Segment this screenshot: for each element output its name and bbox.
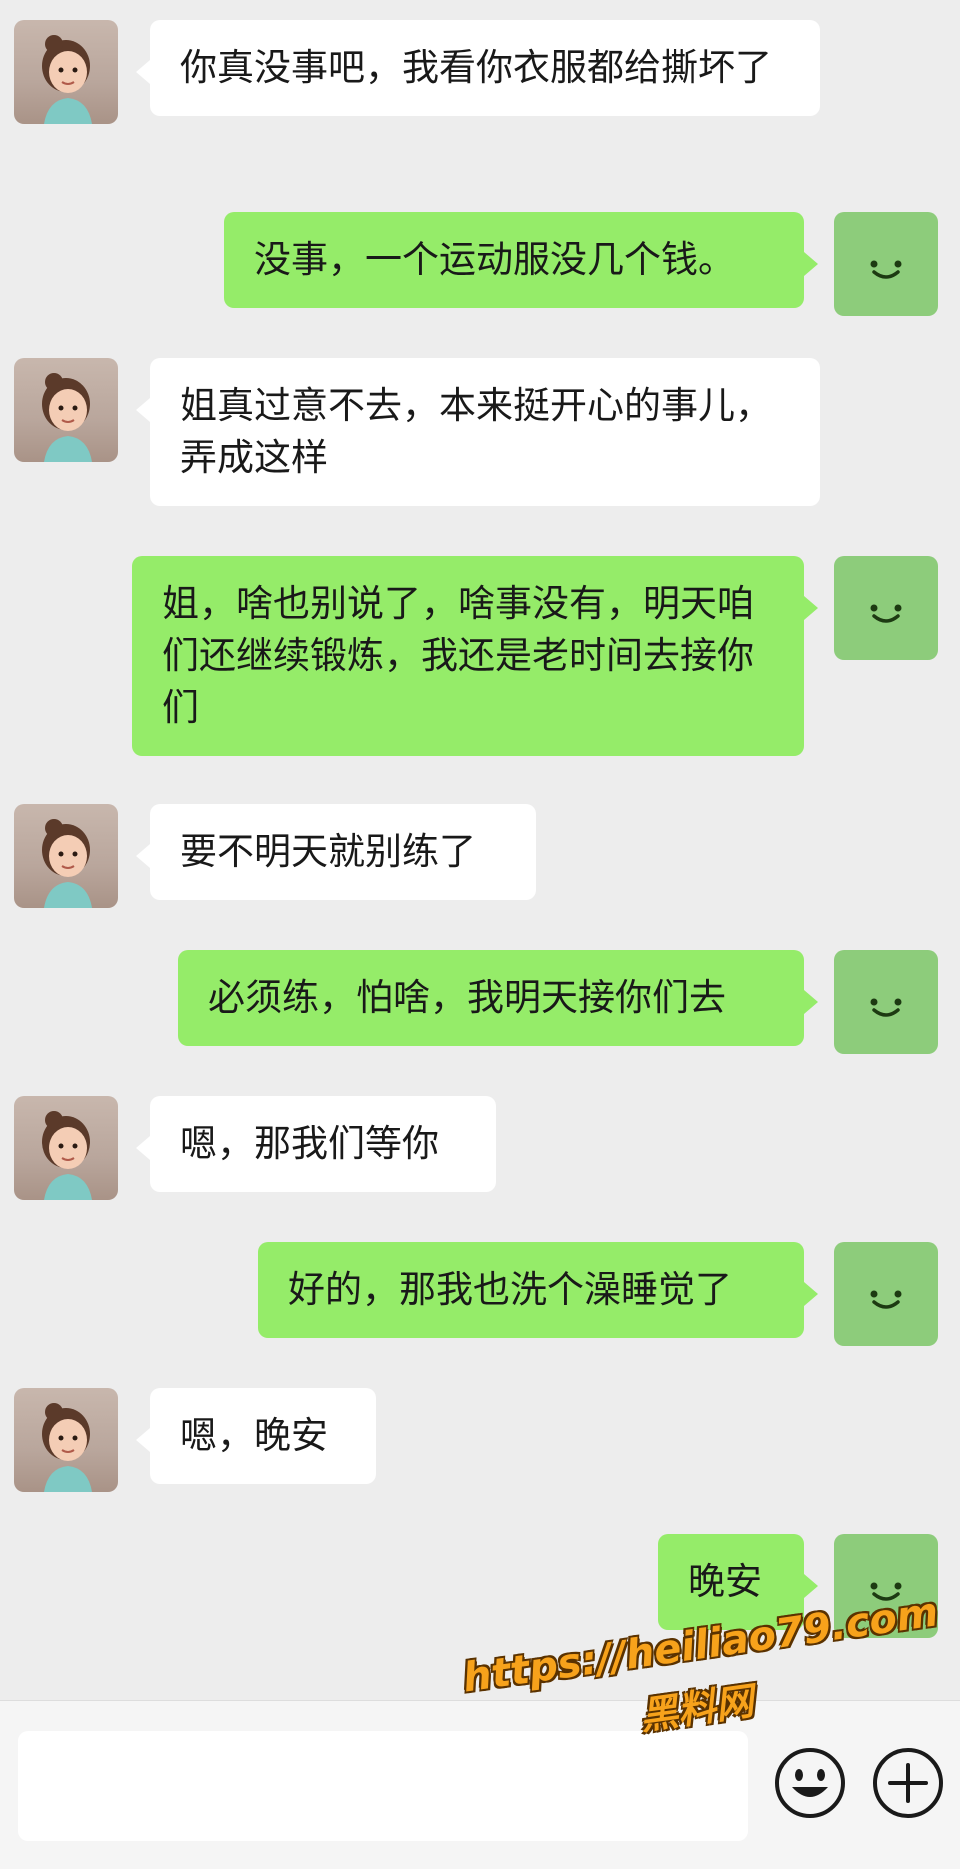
girl-avatar-icon [42, 35, 92, 124]
message-bubble-sent[interactable]: 姐，啥也别说了，啥事没有，明天咱们还继续锻炼，我还是老时间去接你们 [132, 556, 818, 756]
message-bubble-received[interactable]: 你真没事吧，我看你衣服都给撕坏了 [136, 20, 820, 116]
my-avatar[interactable] [834, 950, 938, 1054]
message-bubble-sent[interactable]: 没事，一个运动服没几个钱。 [224, 212, 818, 308]
message-text: 晚安 [688, 1560, 762, 1603]
message-text: 要不明天就别练了 [180, 830, 476, 873]
message-bubble-sent[interactable]: 好的，那我也洗个澡睡觉了 [258, 1242, 818, 1338]
my-avatar[interactable] [834, 1242, 938, 1346]
smile-avatar-icon [870, 998, 902, 1017]
girl-avatar-icon [42, 819, 92, 908]
watermark-name: 黑料网 [637, 1678, 757, 1739]
contact-avatar[interactable] [14, 804, 118, 908]
plus-icon[interactable] [870, 1745, 946, 1821]
emoji-icon[interactable] [772, 1745, 848, 1821]
message-text: 嗯，晚安 [180, 1414, 328, 1457]
message-text: 姐，啥也别说了，啥事没有，明天咱们还继续锻炼，我还是老时间去接你们 [162, 582, 754, 729]
smile-avatar-icon [870, 604, 902, 623]
chat-area[interactable]: 你真没事吧，我看你衣服都给撕坏了 没事，一个运动服没几个钱。 姐真过意不去，本来… [0, 0, 960, 1700]
message-text: 没事，一个运动服没几个钱。 [254, 238, 735, 281]
message-bubble-sent[interactable]: 必须练，怕啥，我明天接你们去 [178, 950, 818, 1046]
girl-avatar-icon [42, 1403, 92, 1492]
smile-avatar-icon [870, 1290, 902, 1309]
message-bubble-received[interactable]: 姐真过意不去，本来挺开心的事儿，弄成这样 [136, 358, 820, 506]
my-avatar[interactable] [834, 556, 938, 660]
message-text: 好的，那我也洗个澡睡觉了 [288, 1268, 732, 1311]
girl-avatar-icon [42, 373, 92, 462]
contact-avatar[interactable] [14, 20, 118, 124]
contact-avatar[interactable] [14, 358, 118, 462]
message-text: 姐真过意不去，本来挺开心的事儿，弄成这样 [180, 384, 772, 479]
message-bubble-received[interactable]: 要不明天就别练了 [136, 804, 536, 900]
smile-avatar-icon [870, 260, 902, 279]
contact-avatar[interactable] [14, 1096, 118, 1200]
message-bubble-received[interactable]: 嗯，那我们等你 [136, 1096, 496, 1192]
contact-avatar[interactable] [14, 1388, 118, 1492]
message-text: 必须练，怕啥，我明天接你们去 [208, 976, 726, 1019]
message-text: 你真没事吧，我看你衣服都给撕坏了 [180, 46, 772, 89]
message-bubble-received[interactable]: 嗯，晚安 [136, 1388, 376, 1484]
message-text: 嗯，那我们等你 [180, 1122, 439, 1165]
my-avatar[interactable] [834, 212, 938, 316]
girl-avatar-icon [42, 1111, 92, 1200]
